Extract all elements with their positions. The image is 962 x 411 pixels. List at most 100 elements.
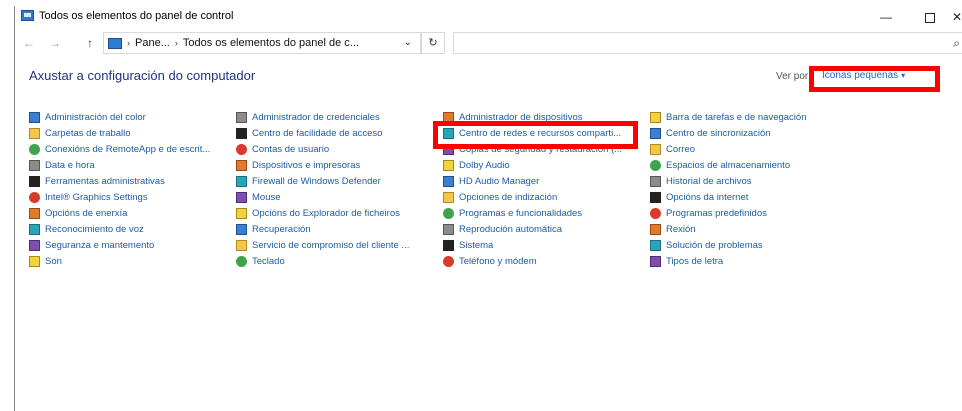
maximize-button[interactable] bbox=[908, 6, 952, 28]
control-panel-item[interactable]: Opcións do Explorador de ficheiros bbox=[236, 206, 400, 220]
phone-modem-icon bbox=[443, 255, 454, 267]
internet-options-icon bbox=[650, 191, 661, 203]
control-panel-item-label: Firewall de Windows Defender bbox=[252, 175, 381, 187]
control-panel-item[interactable]: Servicio de compromiso del cliente ... bbox=[236, 238, 409, 252]
maximize-icon bbox=[925, 12, 935, 23]
control-panel-item[interactable]: Rexión bbox=[650, 222, 696, 236]
forward-button[interactable]: → bbox=[49, 36, 61, 50]
control-panel-item[interactable]: Tipos de letra bbox=[650, 254, 723, 268]
control-panel-item[interactable]: Teclado bbox=[236, 254, 285, 268]
control-panel-item-label: Sistema bbox=[459, 239, 494, 251]
control-panel-item-label: Recuperación bbox=[252, 223, 311, 235]
user-accounts-icon bbox=[236, 143, 247, 155]
work-folders-icon bbox=[29, 127, 40, 139]
control-panel-item-label: Dispositivos e impresoras bbox=[252, 159, 361, 171]
address-dropdown-icon[interactable]: ⌄ bbox=[404, 37, 412, 48]
control-panel-item[interactable]: Firewall de Windows Defender bbox=[236, 174, 381, 188]
control-panel-item[interactable]: Ferramentas administrativas bbox=[29, 174, 165, 188]
mouse-icon bbox=[236, 191, 247, 203]
control-panel-item[interactable]: Centro de sincronización bbox=[650, 126, 771, 140]
control-panel-item-label: Teclado bbox=[252, 255, 285, 267]
hd-audio-icon bbox=[443, 175, 454, 187]
control-panel-item[interactable]: Barra de tarefas e de navegación bbox=[650, 110, 806, 124]
control-panel-item[interactable]: Contas de usuario bbox=[236, 142, 329, 156]
control-panel-item[interactable]: Seguranza e mantemento bbox=[29, 238, 154, 252]
control-panel-item[interactable]: Intel® Graphics Settings bbox=[29, 190, 148, 204]
control-panel-item[interactable]: Reprodución automática bbox=[443, 222, 562, 236]
region-icon bbox=[650, 223, 661, 235]
control-panel-item-label: Reprodución automática bbox=[459, 223, 562, 235]
control-panel-item-label: Tipos de letra bbox=[666, 255, 724, 267]
breadcrumb-item[interactable]: Todos os elementos do panel de c... bbox=[183, 37, 359, 49]
programs-features-icon bbox=[443, 207, 454, 219]
control-panel-item-label: Dolby Audio bbox=[459, 159, 510, 171]
date-time-icon bbox=[29, 159, 40, 171]
back-button[interactable]: ← bbox=[23, 36, 35, 50]
control-panel-item[interactable]: Correo bbox=[650, 142, 695, 156]
control-panel-item-label: Servicio de compromiso del cliente ... bbox=[252, 239, 410, 251]
control-panel-item-label: Centro de facilidade de acceso bbox=[252, 127, 383, 139]
customer-engagement-icon bbox=[236, 239, 247, 251]
control-panel-item-label: Carpetas de traballo bbox=[45, 127, 131, 139]
control-panel-item-label: Solución de problemas bbox=[666, 239, 763, 251]
storage-spaces-icon bbox=[650, 159, 661, 171]
search-input[interactable]: ⌕ bbox=[453, 32, 962, 54]
control-panel-item[interactable]: Dispositivos e impresoras bbox=[236, 158, 360, 172]
control-panel-item[interactable]: Dolby Audio bbox=[443, 158, 510, 172]
control-panel-item-label: Son bbox=[45, 255, 62, 267]
control-panel-icon bbox=[108, 37, 122, 49]
control-panel-item[interactable]: Reconocimiento de voz bbox=[29, 222, 144, 236]
credential-manager-icon bbox=[236, 111, 247, 123]
indexing-options-icon bbox=[443, 191, 454, 203]
dolby-audio-icon bbox=[443, 159, 454, 171]
sync-center-icon bbox=[650, 127, 661, 139]
close-button[interactable]: ✕ bbox=[952, 6, 962, 28]
address-bar[interactable]: › Pane... › Todos os elementos do panel … bbox=[103, 32, 421, 54]
ease-of-access-icon bbox=[236, 127, 247, 139]
control-panel-item-label: Espacios de almacenamiento bbox=[666, 159, 791, 171]
control-panel-item[interactable]: Programas predefinidos bbox=[650, 206, 767, 220]
breadcrumb-item[interactable]: Pane... bbox=[135, 37, 170, 49]
control-panel-item[interactable]: Carpetas de traballo bbox=[29, 126, 131, 140]
control-panel-item[interactable]: Solución de problemas bbox=[650, 238, 763, 252]
control-panel-item[interactable]: Opcións de enerxía bbox=[29, 206, 127, 220]
page-heading: Axustar a configuración do computador bbox=[29, 68, 256, 83]
control-panel-item[interactable]: Opciones de indización bbox=[443, 190, 557, 204]
minimize-button[interactable]: — bbox=[864, 6, 908, 28]
control-panel-item[interactable]: Historial de archivos bbox=[650, 174, 752, 188]
fonts-icon bbox=[650, 255, 661, 267]
control-panel-item[interactable]: Opcións da internet bbox=[650, 190, 748, 204]
troubleshooting-icon bbox=[650, 239, 661, 251]
control-panel-item[interactable]: Data e hora bbox=[29, 158, 95, 172]
control-panel-item[interactable]: Conexións de RemoteApp e de escrit... bbox=[29, 142, 210, 156]
system-icon bbox=[443, 239, 454, 251]
control-panel-item-label: Mouse bbox=[252, 191, 281, 203]
control-panel-item[interactable]: Espacios de almacenamiento bbox=[650, 158, 790, 172]
control-panel-icon bbox=[21, 10, 34, 21]
control-panel-item-label: Centro de sincronización bbox=[666, 127, 771, 139]
refresh-button[interactable]: ↻ bbox=[421, 32, 445, 54]
control-panel-item[interactable]: Administración del color bbox=[29, 110, 146, 124]
control-panel-item-label: Opcións da internet bbox=[666, 191, 749, 203]
control-panel-item[interactable]: Mouse bbox=[236, 190, 281, 204]
control-panel-item[interactable]: HD Audio Manager bbox=[443, 174, 539, 188]
control-panel-item-label: Opcións do Explorador de ficheiros bbox=[252, 207, 400, 219]
sound-icon bbox=[29, 255, 40, 267]
devices-printers-icon bbox=[236, 159, 247, 171]
control-panel-window: Todos os elementos do panel de control —… bbox=[14, 6, 962, 411]
search-icon[interactable]: ⌕ bbox=[953, 36, 960, 51]
security-maintenance-icon bbox=[29, 239, 40, 251]
control-panel-item[interactable]: Sistema bbox=[443, 238, 493, 252]
control-panel-item[interactable]: Programas e funcionalidades bbox=[443, 206, 582, 220]
up-button[interactable]: ↑ bbox=[87, 36, 93, 50]
control-panel-item-label: Historial de archivos bbox=[666, 175, 752, 187]
control-panel-item[interactable]: Centro de facilidade de acceso bbox=[236, 126, 382, 140]
control-panel-item[interactable]: Administrador de credenciales bbox=[236, 110, 380, 124]
file-explorer-options-icon bbox=[236, 207, 247, 219]
control-panel-item[interactable]: Teléfono y módem bbox=[443, 254, 537, 268]
default-programs-icon bbox=[650, 207, 661, 219]
control-panel-item[interactable]: Recuperación bbox=[236, 222, 311, 236]
control-panel-item[interactable]: Son bbox=[29, 254, 62, 268]
control-panel-item-label: Opcións de enerxía bbox=[45, 207, 128, 219]
control-panel-item-label: Barra de tarefas e de navegación bbox=[666, 111, 807, 123]
